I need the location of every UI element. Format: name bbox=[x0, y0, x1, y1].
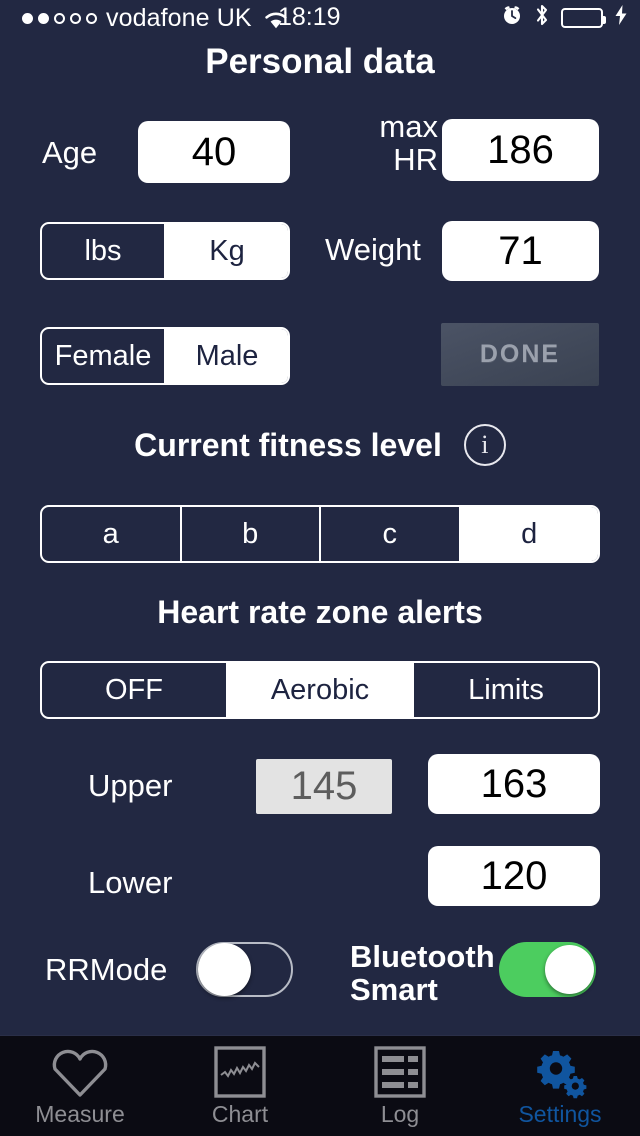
max-hr-label-line1: max bbox=[379, 109, 438, 144]
heart-icon bbox=[49, 1045, 111, 1099]
clock-time: 18:19 bbox=[278, 3, 341, 31]
hr-zone-alerts-title: Heart rate zone alerts bbox=[157, 594, 483, 630]
bluetooth-label-line2: Smart bbox=[350, 972, 438, 1008]
hr-zone-option-limits[interactable]: Limits bbox=[414, 663, 598, 717]
fitness-level-title: Current fitness level bbox=[134, 426, 442, 463]
tab-measure[interactable]: Measure bbox=[0, 1036, 160, 1136]
tab-bar: Measure Chart Log Settings bbox=[0, 1035, 640, 1136]
carrier-name: vodafone UK bbox=[106, 3, 252, 32]
fitness-level-option-d[interactable]: d bbox=[460, 507, 598, 561]
upper-label: Upper bbox=[88, 768, 173, 803]
bluetooth-icon bbox=[534, 3, 550, 34]
max-hr-label: max HR bbox=[346, 110, 438, 177]
bluetooth-smart-toggle[interactable] bbox=[499, 942, 596, 997]
page-title: Personal data bbox=[205, 42, 435, 81]
rrmode-toggle[interactable] bbox=[196, 942, 293, 997]
chart-icon bbox=[213, 1045, 267, 1099]
tab-settings-label: Settings bbox=[518, 1101, 602, 1127]
gears-icon bbox=[531, 1045, 589, 1099]
status-bar-left: vodafone UK bbox=[22, 0, 289, 36]
weight-label: Weight bbox=[325, 232, 421, 267]
hr-zone-option-off[interactable]: OFF bbox=[42, 663, 228, 717]
bluetooth-smart-label: Bluetooth Smart bbox=[350, 940, 495, 1007]
bluetooth-toggle-knob bbox=[545, 945, 594, 994]
fitness-level-option-a[interactable]: a bbox=[42, 507, 182, 561]
battery-icon bbox=[561, 8, 606, 28]
max-hr-input[interactable]: 186 bbox=[442, 119, 599, 181]
units-segmented-control[interactable]: lbs Kg bbox=[40, 222, 290, 280]
info-icon[interactable]: i bbox=[463, 424, 506, 466]
weight-input[interactable]: 71 bbox=[442, 221, 599, 281]
log-table-icon bbox=[373, 1045, 427, 1099]
units-option-lbs[interactable]: lbs bbox=[42, 224, 166, 278]
lightning-bolt-icon bbox=[614, 4, 628, 33]
status-bar-right bbox=[501, 0, 628, 36]
tab-chart[interactable]: Chart bbox=[160, 1036, 320, 1136]
rrmode-label: RRMode bbox=[45, 952, 168, 987]
upper-readonly-value: 145 bbox=[256, 759, 392, 814]
max-hr-label-line2: HR bbox=[393, 142, 438, 178]
signal-strength-dots bbox=[22, 12, 97, 24]
lower-input[interactable]: 120 bbox=[428, 846, 600, 906]
gender-segmented-control[interactable]: Female Male bbox=[40, 327, 290, 385]
age-label: Age bbox=[42, 135, 98, 170]
lower-label: Lower bbox=[88, 865, 173, 900]
tab-settings[interactable]: Settings bbox=[480, 1036, 640, 1136]
units-option-kg[interactable]: Kg bbox=[166, 224, 288, 278]
upper-input[interactable]: 163 bbox=[428, 754, 600, 814]
bluetooth-label-line1: Bluetooth bbox=[350, 939, 495, 974]
fitness-level-option-c[interactable]: c bbox=[321, 507, 461, 561]
gender-option-male[interactable]: Male bbox=[166, 329, 288, 383]
done-button[interactable]: DONE bbox=[441, 323, 599, 386]
tab-chart-label: Chart bbox=[211, 1101, 269, 1127]
tab-measure-label: Measure bbox=[35, 1101, 125, 1127]
age-input[interactable]: 40 bbox=[138, 121, 290, 183]
hr-zone-mode-segmented-control[interactable]: OFF Aerobic Limits bbox=[40, 661, 600, 719]
fitness-level-segmented-control[interactable]: a b c d bbox=[40, 505, 600, 563]
alarm-clock-icon bbox=[501, 4, 523, 33]
tab-log[interactable]: Log bbox=[320, 1036, 480, 1136]
gender-option-female[interactable]: Female bbox=[42, 329, 166, 383]
fitness-level-heading: Current fitness level i bbox=[0, 424, 640, 466]
tab-log-label: Log bbox=[380, 1101, 420, 1127]
app-screen: vodafone UK 18:19 Personal data Age 40 m… bbox=[0, 0, 640, 1136]
status-bar: vodafone UK 18:19 bbox=[0, 0, 640, 36]
rrmode-toggle-knob bbox=[198, 943, 251, 996]
hr-zone-option-aerobic[interactable]: Aerobic bbox=[228, 663, 414, 717]
fitness-level-option-b[interactable]: b bbox=[182, 507, 321, 561]
